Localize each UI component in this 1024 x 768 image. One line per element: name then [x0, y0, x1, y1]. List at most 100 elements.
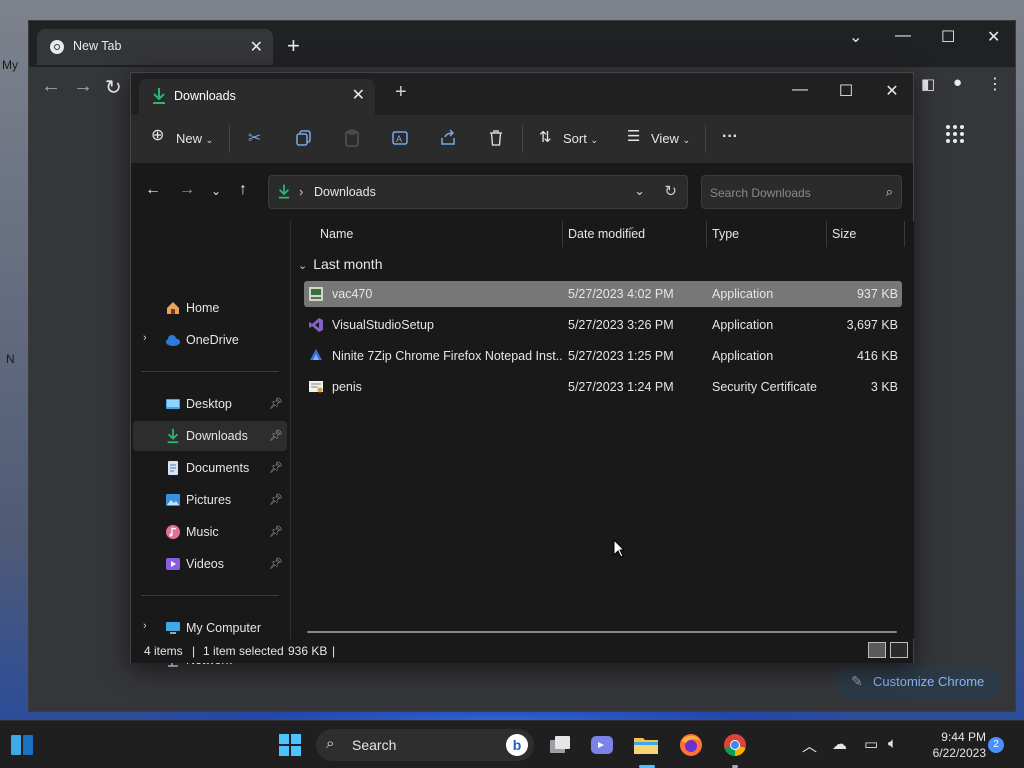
explorer-minimize-icon[interactable]: — [777, 77, 823, 107]
nav-item-downloads[interactable]: Downloads 📌︎ [133, 421, 287, 451]
file-date: 5/27/2023 1:24 PM [568, 380, 674, 394]
nav-item-label: Videos [186, 557, 224, 571]
large-icons-view-icon[interactable] [890, 642, 908, 658]
teams-chat-icon[interactable] [588, 731, 616, 759]
firefox-icon[interactable] [677, 731, 705, 759]
column-header-type[interactable]: Type [712, 227, 739, 251]
google-apps-icon[interactable] [946, 125, 964, 143]
chrome-side-panel-icon[interactable]: ◧ [921, 75, 935, 93]
explorer-tab-close-icon[interactable]: ✕ [352, 85, 365, 105]
address-history-chevron-icon[interactable]: ⌄ [634, 183, 645, 199]
installer-icon [309, 287, 323, 301]
nav-item-label: Downloads [186, 429, 248, 443]
file-row[interactable]: vac470 5/27/2023 4:02 PM Application 937… [304, 281, 902, 307]
rename-icon[interactable]: A [391, 129, 409, 147]
taskbar-clock[interactable]: 9:44 PM 6/22/2023 [916, 729, 986, 761]
column-header-name[interactable]: Name [320, 227, 353, 251]
group-header-last-month[interactable]: ⌄ Last month [298, 256, 382, 272]
windows-start-icon[interactable] [276, 731, 304, 759]
nav-item-music[interactable]: Music 📌︎ [133, 517, 287, 547]
paste-icon[interactable] [343, 129, 361, 147]
chrome-menu-icon[interactable]: ⋮ [987, 74, 1003, 94]
desktop-icon-label-partial: My [2, 58, 18, 72]
task-view-icon[interactable] [546, 731, 574, 759]
share-icon[interactable] [439, 129, 457, 147]
bing-icon[interactable]: b [506, 734, 528, 756]
nav-item-videos[interactable]: Videos 📌︎ [133, 549, 287, 579]
chrome-tab-close-icon[interactable]: ✕ [250, 37, 263, 57]
explorer-tab-downloads[interactable]: Downloads ✕ [139, 79, 375, 115]
show-hidden-icons-chevron-icon[interactable]: ︿ [802, 735, 817, 756]
explorer-maximize-icon[interactable]: ☐ [823, 77, 869, 107]
file-row[interactable]: VisualStudioSetup 5/27/2023 3:26 PM Appl… [304, 312, 902, 338]
file-row[interactable]: Ninite 7Zip Chrome Firefox Notepad Inst.… [304, 343, 902, 369]
desktop-icon-label-partial-2: N [6, 352, 15, 366]
volume-icon[interactable]: 🔈︎ [888, 735, 897, 752]
column-separator[interactable] [904, 221, 905, 247]
column-separator[interactable] [706, 221, 707, 247]
customize-chrome-button[interactable]: ✎ Customize Chrome [835, 665, 1001, 699]
breadcrumb-downloads[interactable]: Downloads [314, 185, 376, 199]
chevron-down-icon: ⌄ [682, 135, 691, 145]
new-button[interactable]: New ⌄ [176, 131, 213, 146]
videos-icon [166, 558, 180, 570]
column-header-size[interactable]: Size [832, 227, 856, 251]
file-name: penis [332, 380, 362, 394]
sort-button[interactable]: Sort ⌄ [563, 131, 598, 146]
copy-icon[interactable] [295, 129, 313, 147]
expand-chevron-icon[interactable]: › [143, 332, 147, 344]
nav-divider [141, 595, 279, 596]
chrome-new-tab-button[interactable]: + [287, 33, 300, 59]
chrome-profile-icon[interactable]: ● [953, 74, 962, 91]
explorer-new-tab-button[interactable]: + [395, 81, 407, 104]
notification-badge[interactable]: 2 [988, 737, 1004, 753]
chrome-minimize-icon[interactable]: — [895, 27, 911, 45]
chrome-reload-icon[interactable]: ↻ [105, 75, 122, 100]
column-separator[interactable] [826, 221, 827, 247]
status-separator: | [332, 644, 336, 658]
explorer-close-icon[interactable]: ✕ [869, 77, 915, 107]
view-button[interactable]: View ⌄ [651, 131, 690, 146]
back-arrow-icon[interactable]: ← [145, 181, 161, 199]
see-more-icon[interactable]: ··· [722, 128, 738, 146]
cut-icon[interactable]: ✂ [248, 128, 261, 148]
horizontal-scrollbar[interactable] [307, 631, 897, 633]
taskbar-search-label: Search [352, 737, 397, 753]
file-type: Application [712, 349, 774, 363]
nav-item-desktop[interactable]: Desktop 📌︎ [133, 389, 287, 419]
nav-item-label: Documents [186, 461, 250, 475]
address-bar[interactable]: › Downloads ⌄ ↻ [268, 175, 688, 209]
chrome-back-icon[interactable]: ← [41, 75, 61, 98]
forward-arrow-icon[interactable]: → [179, 181, 195, 199]
status-selection: 1 item selected [203, 644, 284, 658]
clock-time: 9:44 PM [941, 730, 986, 744]
search-input[interactable]: Search Downloads ⌕ [701, 175, 902, 209]
chrome-tab-new-tab[interactable]: New Tab ✕ [37, 29, 273, 65]
pin-icon: 📌︎ [269, 526, 283, 538]
collapse-chevron-icon[interactable]: ⌄ [298, 260, 307, 272]
chrome-close-icon[interactable]: ✕ [987, 27, 1000, 47]
refresh-icon[interactable]: ↻ [664, 182, 677, 200]
chrome-icon[interactable] [721, 731, 749, 759]
expand-chevron-icon[interactable]: › [143, 620, 147, 632]
onedrive-offline-icon[interactable]: ☁ [832, 735, 847, 753]
network-icon[interactable]: ▭ [864, 735, 878, 753]
up-arrow-icon[interactable]: ↑ [239, 181, 247, 199]
nav-item-documents[interactable]: Documents 📌︎ [133, 453, 287, 483]
chrome-maximize-icon[interactable]: ☐ [941, 27, 955, 47]
details-view-icon[interactable] [868, 642, 886, 658]
nav-item-onedrive[interactable]: › OneDrive [133, 325, 287, 355]
file-name: VisualStudioSetup [332, 318, 434, 332]
delete-icon[interactable] [487, 129, 505, 147]
chrome-tab-search-icon[interactable]: ⌄ [849, 27, 862, 47]
taskbar-search[interactable]: ⌕ Search b [316, 729, 534, 761]
widgets-icon[interactable] [8, 731, 36, 759]
nav-item-home[interactable]: Home [133, 293, 287, 323]
nav-item-pictures[interactable]: Pictures 📌︎ [133, 485, 287, 515]
file-explorer-icon[interactable] [632, 731, 660, 759]
column-separator[interactable] [562, 221, 563, 247]
chrome-forward-icon[interactable]: → [73, 75, 93, 98]
recent-locations-chevron-icon[interactable]: ⌄ [211, 184, 221, 198]
file-row[interactable]: penis 5/27/2023 1:24 PM Security Certifi… [304, 374, 902, 400]
file-size: 937 KB [856, 287, 898, 301]
